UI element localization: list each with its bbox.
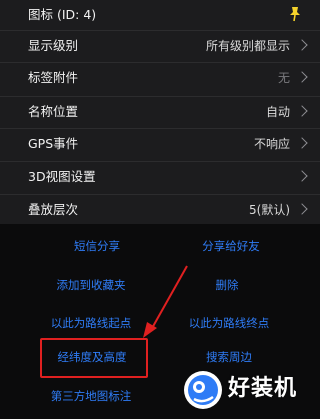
- label-attachment-value: 无: [277, 71, 290, 85]
- 3d-view-settings-label: 3D视图设置: [28, 169, 96, 184]
- watermark: 好装机: [182, 365, 316, 415]
- display-level-value: 所有级别都显示: [205, 39, 290, 53]
- label-attachment-label: 标签附件: [28, 70, 79, 85]
- sms-share-link[interactable]: 短信分享: [74, 239, 120, 253]
- set-route-end-link[interactable]: 以此为路线终点: [189, 316, 270, 330]
- chevron-right-icon: [296, 170, 308, 182]
- pushpin-icon[interactable]: [288, 6, 302, 22]
- name-position-row[interactable]: 名称位置 自动: [0, 96, 320, 126]
- watermark-logo-icon: [184, 371, 222, 409]
- search-nearby-link[interactable]: 搜索周边: [206, 350, 252, 364]
- icon-row[interactable]: 图标 (ID: 4): [0, 0, 320, 30]
- share-to-friend-link[interactable]: 分享给好友: [202, 239, 260, 253]
- chevron-right-icon: [296, 39, 308, 51]
- highlight-box: [40, 338, 148, 378]
- stack-order-value: 5(默认): [249, 203, 290, 217]
- 3d-view-settings-row[interactable]: 3D视图设置: [0, 161, 320, 191]
- set-route-start-link[interactable]: 以此为路线起点: [51, 316, 132, 330]
- add-to-favorites-link[interactable]: 添加到收藏夹: [57, 278, 126, 292]
- third-party-map-marker-link[interactable]: 第三方地图标注: [51, 389, 132, 403]
- label-attachment-row[interactable]: 标签附件 无: [0, 62, 320, 92]
- chevron-right-icon: [296, 203, 308, 215]
- display-level-row[interactable]: 显示级别 所有级别都显示: [0, 30, 320, 60]
- chevron-right-icon: [296, 105, 308, 117]
- name-position-label: 名称位置: [28, 104, 79, 119]
- watermark-text: 好装机: [228, 376, 298, 401]
- stack-order-label: 叠放层次: [28, 202, 79, 217]
- stack-order-row[interactable]: 叠放层次 5(默认): [0, 194, 320, 224]
- gps-event-label: GPS事件: [28, 136, 79, 151]
- display-level-label: 显示级别: [28, 38, 79, 53]
- icon-row-label: 图标 (ID: 4): [28, 7, 97, 22]
- delete-link[interactable]: 删除: [216, 278, 239, 292]
- chevron-right-icon: [296, 71, 308, 83]
- gps-event-value: 不响应: [253, 137, 290, 151]
- red-arrow-annotation: [143, 265, 188, 338]
- marker-settings-panel: 图标 (ID: 4) 显示级别 所有级别都显示 标签附件 无 名称位置 自动 G…: [0, 0, 320, 224]
- chevron-right-icon: [296, 137, 308, 149]
- name-position-value: 自动: [265, 105, 290, 119]
- gps-event-row[interactable]: GPS事件 不响应: [0, 128, 320, 158]
